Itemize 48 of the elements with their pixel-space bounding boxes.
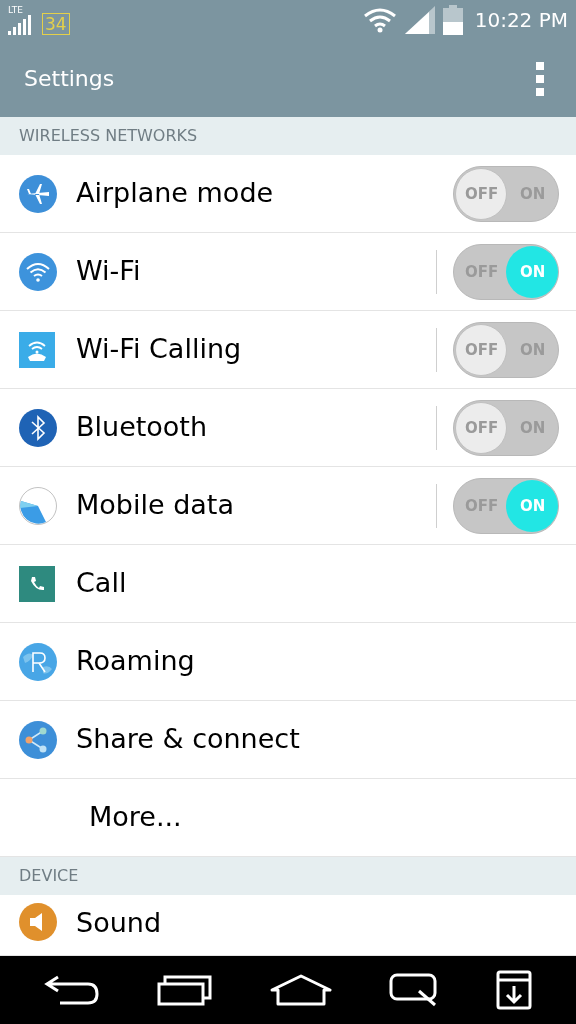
- phone-icon: [19, 565, 55, 602]
- battery-badge: 34: [42, 12, 70, 35]
- off-label: OFF: [465, 417, 499, 439]
- row-label: More...: [89, 800, 182, 835]
- battery-icon: [442, 5, 463, 35]
- recent-apps-icon[interactable]: [157, 974, 214, 1006]
- wifi-phone-icon: [19, 331, 55, 368]
- overflow-menu-icon[interactable]: [536, 61, 544, 96]
- wifi-icon: [362, 7, 397, 33]
- section-header: DEVICE: [19, 865, 79, 887]
- speaker-icon: [19, 903, 57, 941]
- search-icon[interactable]: [388, 973, 439, 1007]
- toggle-thumb: [506, 479, 558, 532]
- settings-row[interactable]: Share & connect: [0, 701, 576, 779]
- home-icon[interactable]: [270, 974, 332, 1006]
- row-label: Share & connect: [76, 722, 300, 757]
- row-label: Sound: [76, 906, 162, 940]
- clock: 10:22 PM: [474, 7, 568, 34]
- back-icon[interactable]: [44, 975, 101, 1005]
- row-label: Wi-Fi Calling: [76, 332, 242, 367]
- settings-row[interactable]: Call: [0, 545, 576, 623]
- row-label: Wi-Fi: [76, 254, 141, 289]
- toggle-thumb: [455, 401, 507, 454]
- airplane-icon: [19, 174, 57, 213]
- row-label: Call: [76, 566, 127, 601]
- signal-icon: [404, 6, 435, 34]
- toggle-thumb: [455, 323, 507, 376]
- download-icon[interactable]: [495, 970, 532, 1010]
- share-icon: [19, 720, 57, 759]
- wifi-icon: [19, 252, 57, 291]
- signal-icon: [8, 14, 32, 35]
- off-label: OFF: [465, 339, 499, 361]
- settings-row[interactable]: Roaming: [0, 623, 576, 701]
- globe-r-icon: [19, 642, 57, 681]
- section-header: WIRELESS NETWORKS: [19, 125, 198, 147]
- off-label: OFF: [465, 183, 499, 205]
- toggle-thumb: [455, 167, 507, 220]
- row-label: Roaming: [76, 644, 195, 679]
- on-label: ON: [520, 495, 546, 517]
- toggle-thumb: [506, 245, 558, 298]
- page-title: Settings: [24, 65, 115, 93]
- pie-icon: [19, 486, 57, 525]
- on-label: ON: [520, 261, 546, 283]
- network-type: LTE: [8, 5, 24, 15]
- row-label: Airplane mode: [76, 176, 274, 211]
- bluetooth-icon: [19, 408, 57, 447]
- row-label: Bluetooth: [76, 410, 208, 445]
- row-label: Mobile data: [76, 488, 234, 523]
